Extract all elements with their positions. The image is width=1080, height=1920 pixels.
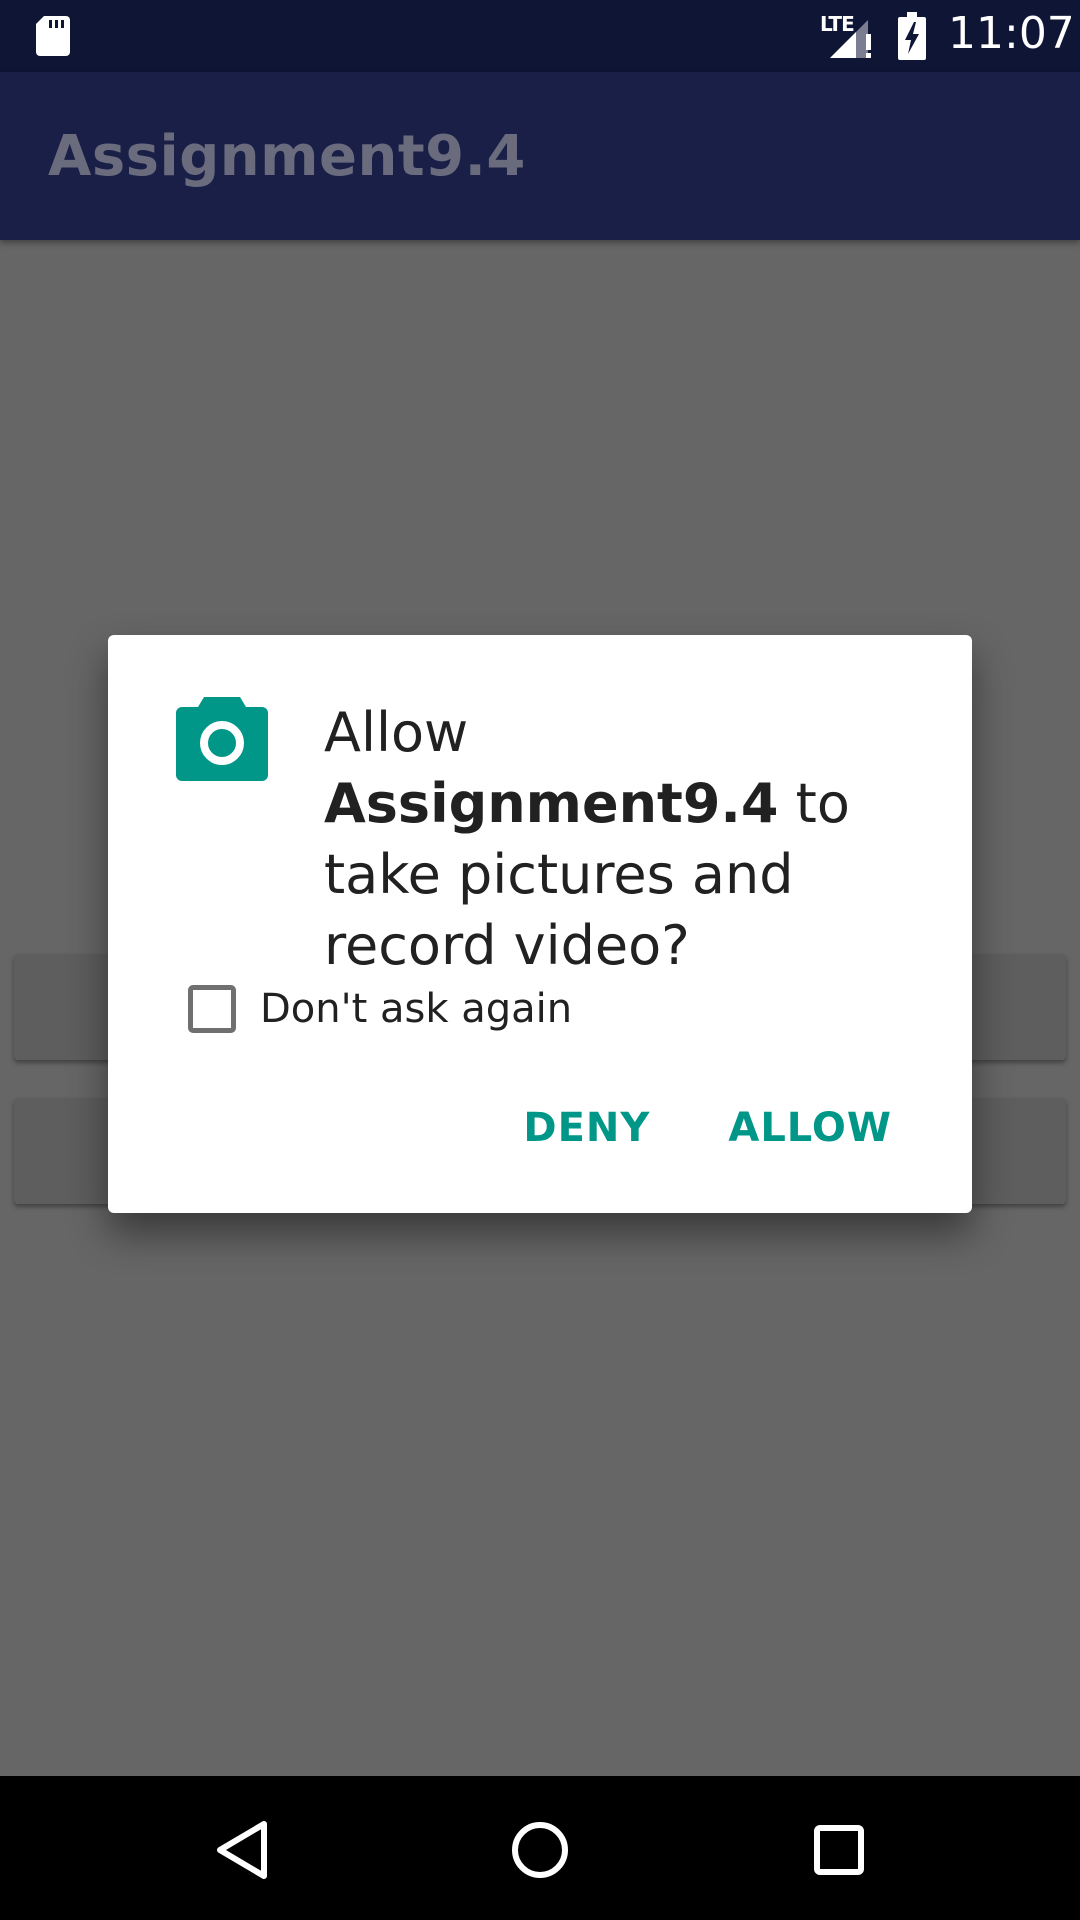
camera-icon [176,697,268,781]
dont-ask-again-label[interactable]: Don't ask again [260,986,572,1032]
app-title: Assignment9.4 [48,124,526,189]
message-app-name: Assignment9.4 [324,772,779,835]
battery-charging-icon [898,12,926,60]
clock: 11:07 [948,8,1075,59]
dialog-message: Allow Assignment9.4 to take pictures and… [324,697,924,981]
permission-dialog: Allow Assignment9.4 to take pictures and… [108,635,972,1213]
dont-ask-again-checkbox[interactable] [188,985,236,1033]
sd-card-icon [36,16,70,56]
allow-button[interactable]: ALLOW [728,1105,892,1151]
navigation-bar [0,1776,1080,1920]
recents-icon[interactable] [813,1824,865,1876]
dont-ask-again-row[interactable]: Don't ask again [188,981,572,1037]
dialog-actions: DENY ALLOW [523,1105,892,1151]
lte-signal-icon [830,20,871,58]
message-prefix: Allow [324,701,469,764]
home-icon[interactable] [510,1820,570,1880]
status-bar: LTE 11:07 [0,0,1080,72]
app-bar: Assignment9.4 [0,72,1080,240]
deny-button[interactable]: DENY [523,1105,650,1151]
back-icon[interactable] [212,1818,272,1882]
